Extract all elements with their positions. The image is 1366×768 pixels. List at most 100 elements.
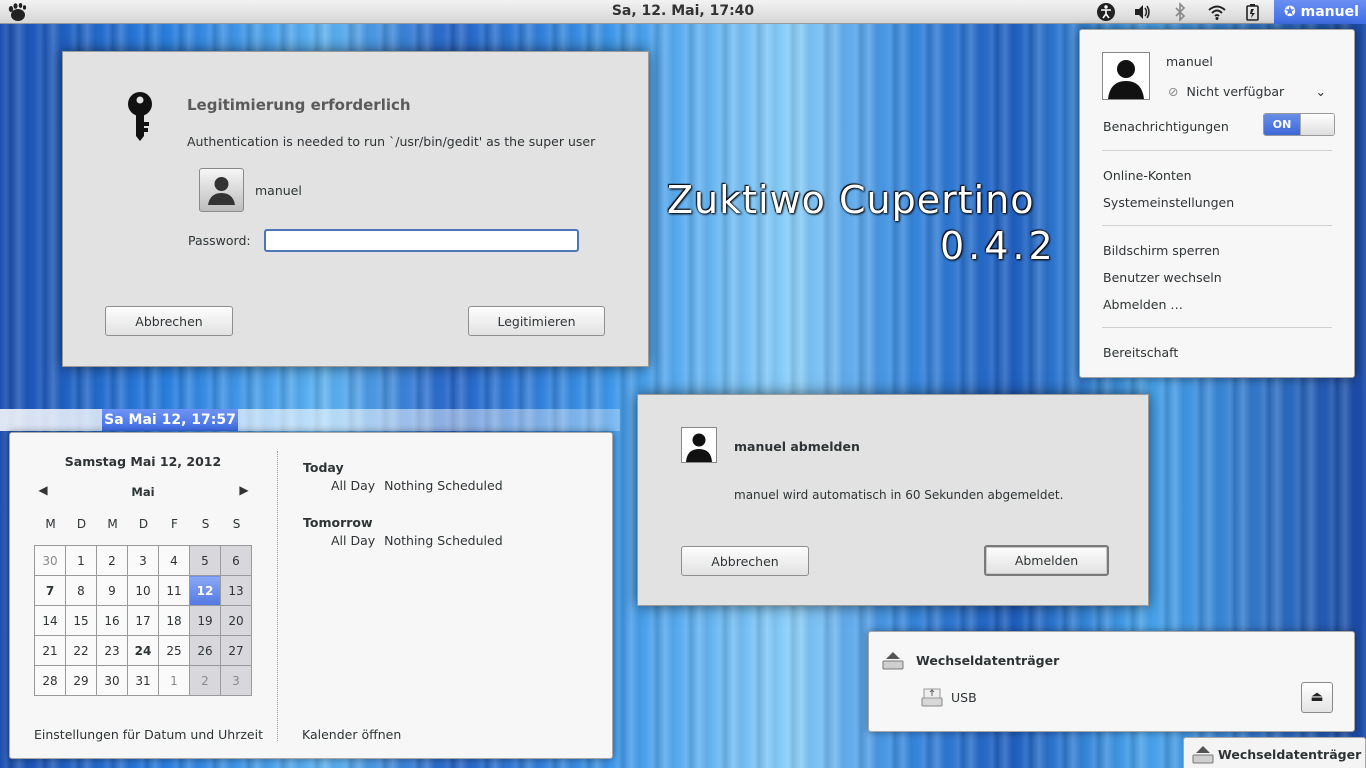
calendar-day[interactable]: 19 xyxy=(189,605,221,636)
menu-item-suspend[interactable]: Bereitschaft xyxy=(1103,345,1178,360)
calendar-grid: 30 1 2 3 4 5 6 7 8 9 10 11 12 13 14 15 1… xyxy=(34,545,252,696)
calendar-week: 7 8 9 10 11 12 13 xyxy=(34,575,252,606)
menu-item-lock-screen[interactable]: Bildschirm sperren xyxy=(1103,243,1220,258)
calendar-day[interactable]: 7 xyxy=(34,575,66,606)
calendar-day[interactable]: 10 xyxy=(127,575,159,606)
menu-item-system-settings[interactable]: Systemeinstellungen xyxy=(1103,195,1234,210)
status-label: Nicht verfügbar xyxy=(1186,84,1285,99)
calendar-day[interactable]: 4 xyxy=(158,545,190,576)
calendar-day[interactable]: 30 xyxy=(34,545,66,576)
unavailable-icon: ⊘ xyxy=(1168,84,1179,99)
authenticate-button[interactable]: Legitimieren xyxy=(468,306,605,336)
menu-item-online-accounts[interactable]: Online-Konten xyxy=(1103,168,1192,183)
calendar-day[interactable]: 8 xyxy=(65,575,97,606)
calendar-day[interactable]: 25 xyxy=(158,635,190,666)
calendar-week: 21 22 23 24 25 26 27 xyxy=(34,635,252,666)
volume-icon[interactable] xyxy=(1132,2,1152,22)
menu-item-log-out[interactable]: Abmelden … xyxy=(1103,297,1183,312)
calendar-day[interactable]: 5 xyxy=(189,545,221,576)
user-menu-popup: manuel ⊘ Nicht verfügbar ⌄ Benachrichtig… xyxy=(1079,29,1355,378)
weekday-label: S xyxy=(201,517,210,531)
key-icon xyxy=(128,92,152,141)
removable-devices-tab[interactable]: Wechseldatenträger xyxy=(1183,737,1366,768)
calendar-day[interactable]: 15 xyxy=(65,605,97,636)
calendar-day[interactable]: 16 xyxy=(96,605,128,636)
calendar-day[interactable]: 20 xyxy=(220,605,252,636)
event-row: All Day Nothing Scheduled xyxy=(331,533,503,548)
calendar-day[interactable]: 9 xyxy=(96,575,128,606)
event-text: Nothing Scheduled xyxy=(384,478,503,493)
event-row: All Day Nothing Scheduled xyxy=(331,478,503,493)
top-bar-clock[interactable]: Sa, 12. Mai, 17:40 xyxy=(0,3,1366,19)
open-calendar-link[interactable]: Kalender öffnen xyxy=(302,727,401,742)
calendar-day[interactable]: 26 xyxy=(189,635,221,666)
calendar-day[interactable]: 13 xyxy=(220,575,252,606)
chevron-down-icon: ⌄ xyxy=(1315,84,1326,99)
calendar-day[interactable]: 11 xyxy=(158,575,190,606)
devices-tab-label: Wechseldatenträger xyxy=(1218,747,1362,762)
wifi-icon[interactable] xyxy=(1207,2,1227,22)
calendar-day[interactable]: 6 xyxy=(220,545,252,576)
calendar-day[interactable]: 2 xyxy=(96,545,128,576)
calendar-day[interactable]: 23 xyxy=(96,635,128,666)
calendar-week: 14 15 16 17 18 19 20 xyxy=(34,605,252,636)
authentication-dialog: Legitimierung erforderlich Authenticatio… xyxy=(62,51,649,367)
device-usb-label[interactable]: USB xyxy=(951,690,977,705)
date-time-settings-link[interactable]: Einstellungen für Datum und Uhrzeit xyxy=(34,727,263,742)
calendar-week: 28 29 30 31 1 2 3 xyxy=(34,665,252,696)
dialog-description: Authentication is needed to run `/usr/bi… xyxy=(187,134,596,149)
weekday-label: M xyxy=(45,517,56,531)
user-silhouette-icon xyxy=(686,433,712,462)
calendar-panel: Samstag Mai 12, 2012 ◀ Mai ▶ M D M D F S… xyxy=(9,432,613,759)
status-selector[interactable]: ⊘ Nicht verfügbar ⌄ xyxy=(1168,84,1338,99)
calendar-day[interactable]: 3 xyxy=(127,545,159,576)
removable-drive-icon xyxy=(1192,746,1214,764)
separator xyxy=(277,451,278,741)
calendar-day[interactable]: 27 xyxy=(220,635,252,666)
calendar-day-today[interactable]: 12 xyxy=(189,575,221,606)
next-month-icon[interactable]: ▶ xyxy=(237,482,251,498)
eject-button[interactable]: ⏏ xyxy=(1301,682,1333,713)
separator xyxy=(1102,150,1332,151)
theme-title: Zuktiwo Cupertino xyxy=(667,178,1035,222)
calendar-day[interactable]: 31 xyxy=(127,665,159,696)
cancel-button[interactable]: Abbrechen xyxy=(105,306,233,336)
event-text: Nothing Scheduled xyxy=(384,533,503,548)
calendar-day[interactable]: 24 xyxy=(127,635,159,666)
auth-username: manuel xyxy=(255,183,302,198)
calendar-day[interactable]: 14 xyxy=(34,605,66,636)
devices-title: Wechseldatenträger xyxy=(916,653,1060,668)
user-silhouette-icon xyxy=(208,177,235,205)
calendar-day[interactable]: 2 xyxy=(189,665,221,696)
avatar[interactable] xyxy=(1102,52,1150,100)
avatar xyxy=(681,427,717,463)
calendar-date-header: Samstag Mai 12, 2012 xyxy=(64,454,222,469)
calendar-day[interactable]: 17 xyxy=(127,605,159,636)
notifications-toggle[interactable]: ON xyxy=(1263,113,1335,136)
cancel-button[interactable]: Abbrechen xyxy=(681,546,809,576)
logout-button[interactable]: Abmelden xyxy=(984,545,1109,576)
accessibility-icon[interactable] xyxy=(1096,2,1116,22)
separator xyxy=(1102,327,1332,328)
calendar-day[interactable]: 18 xyxy=(158,605,190,636)
removable-devices-panel: Wechseldatenträger USB ⏏ xyxy=(868,631,1355,732)
menu-item-switch-user[interactable]: Benutzer wechseln xyxy=(1103,270,1222,285)
calendar-day[interactable]: 3 xyxy=(220,665,252,696)
user-menu-button[interactable]: ✪ manuel xyxy=(1274,0,1366,24)
password-input[interactable] xyxy=(264,229,579,252)
calendar-strip xyxy=(0,409,620,431)
calendar-day[interactable]: 29 xyxy=(65,665,97,696)
bluetooth-icon[interactable] xyxy=(1170,2,1190,22)
calendar-day[interactable]: 21 xyxy=(34,635,66,666)
calendar-day[interactable]: 30 xyxy=(96,665,128,696)
calendar-day[interactable]: 28 xyxy=(34,665,66,696)
weekday-label: M xyxy=(107,517,118,531)
calendar-day[interactable]: 1 xyxy=(158,665,190,696)
weekday-label: S xyxy=(232,517,241,531)
removable-drive-icon xyxy=(882,652,904,670)
calendar-clock-tab[interactable]: Sa Mai 12, 17:57 xyxy=(102,409,238,431)
calendar-day[interactable]: 1 xyxy=(65,545,97,576)
dialog-title: Legitimierung erforderlich xyxy=(187,96,411,114)
battery-icon[interactable] xyxy=(1243,2,1263,22)
calendar-day[interactable]: 22 xyxy=(65,635,97,666)
